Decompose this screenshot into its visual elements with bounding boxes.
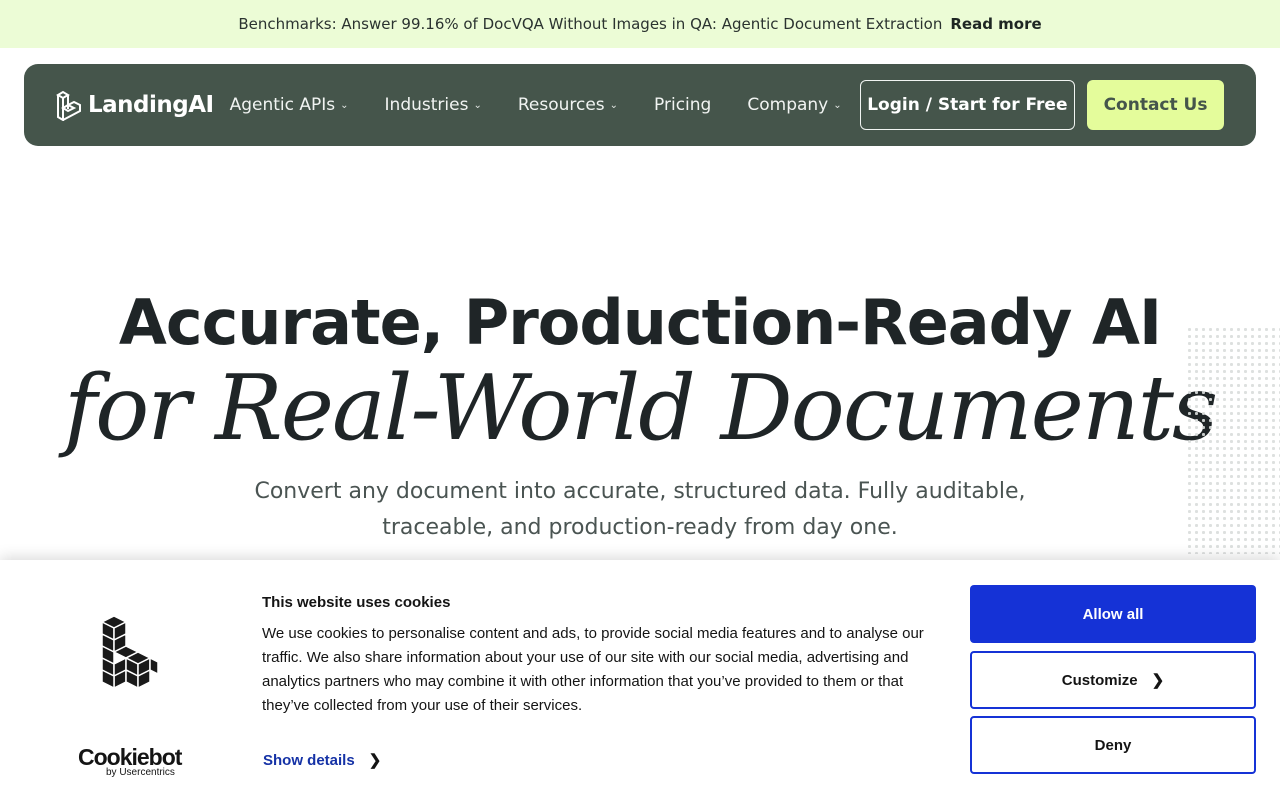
landingai-cubes-icon bbox=[101, 615, 159, 689]
nav-industries[interactable]: Industries ⌄ bbox=[385, 95, 482, 115]
deny-button[interactable]: Deny bbox=[970, 716, 1256, 774]
customize-label: Customize bbox=[1061, 671, 1138, 689]
chevron-down-icon: ⌄ bbox=[340, 99, 349, 111]
chevron-right-icon: ❯ bbox=[1151, 672, 1165, 689]
nav-item-label: Agentic APIs bbox=[229, 95, 336, 115]
hero-subtitle: Convert any document into accurate, stru… bbox=[254, 479, 1026, 540]
nav-item-label: Resources bbox=[517, 95, 605, 115]
show-details-link[interactable]: Show details ❯ bbox=[263, 751, 382, 770]
contact-us-button[interactable]: Contact Us bbox=[1087, 80, 1224, 130]
main-nav: LandingAI Agentic APIs ⌄ Industries ⌄ Re… bbox=[24, 64, 1256, 146]
announcement-bar: Benchmarks: Answer 99.16% of DocVQA With… bbox=[0, 0, 1280, 48]
chevron-down-icon: ⌄ bbox=[473, 99, 482, 111]
cookie-title: This website uses cookies bbox=[262, 594, 451, 611]
hero-title-line2: for Real-World Documents bbox=[63, 356, 1218, 461]
logo[interactable]: LandingAI bbox=[56, 89, 214, 121]
nav-pricing[interactable]: Pricing bbox=[654, 95, 711, 115]
cookiebot-brand[interactable]: Cookiebot by Usercentrics bbox=[78, 744, 182, 778]
logo-text: LandingAI bbox=[88, 92, 214, 118]
nav-item-label: Company bbox=[747, 95, 829, 115]
nav-company[interactable]: Company ⌄ bbox=[747, 95, 841, 115]
customize-button[interactable]: Customize ❯ bbox=[970, 651, 1256, 709]
cookie-banner: Cookiebot by Usercentrics This website u… bbox=[0, 560, 1280, 800]
read-more-link[interactable]: Read more bbox=[950, 15, 1041, 33]
allow-all-button[interactable]: Allow all bbox=[970, 585, 1256, 643]
nav-item-label: Pricing bbox=[654, 95, 712, 115]
hero-title-line1: Accurate, Production-Ready AI bbox=[118, 286, 1162, 359]
nav-item-label: Industries bbox=[384, 95, 469, 115]
landingai-logo-icon bbox=[56, 90, 81, 121]
show-details-label: Show details bbox=[263, 751, 355, 769]
login-button[interactable]: Login / Start for Free bbox=[859, 80, 1076, 130]
cookiebot-by: by Usercentrics bbox=[106, 767, 175, 778]
decorative-dot-pattern bbox=[1186, 326, 1280, 554]
nav-resources[interactable]: Resources ⌄ bbox=[518, 95, 618, 115]
cookie-body: We use cookies to personalise content an… bbox=[262, 625, 924, 714]
announcement-text: Benchmarks: Answer 99.16% of DocVQA With… bbox=[238, 15, 943, 33]
chevron-down-icon: ⌄ bbox=[609, 99, 619, 111]
chevron-down-icon: ⌄ bbox=[833, 99, 842, 111]
nav-agentic-apis[interactable]: Agentic APIs ⌄ bbox=[230, 95, 349, 115]
chevron-right-icon: ❯ bbox=[368, 752, 382, 769]
